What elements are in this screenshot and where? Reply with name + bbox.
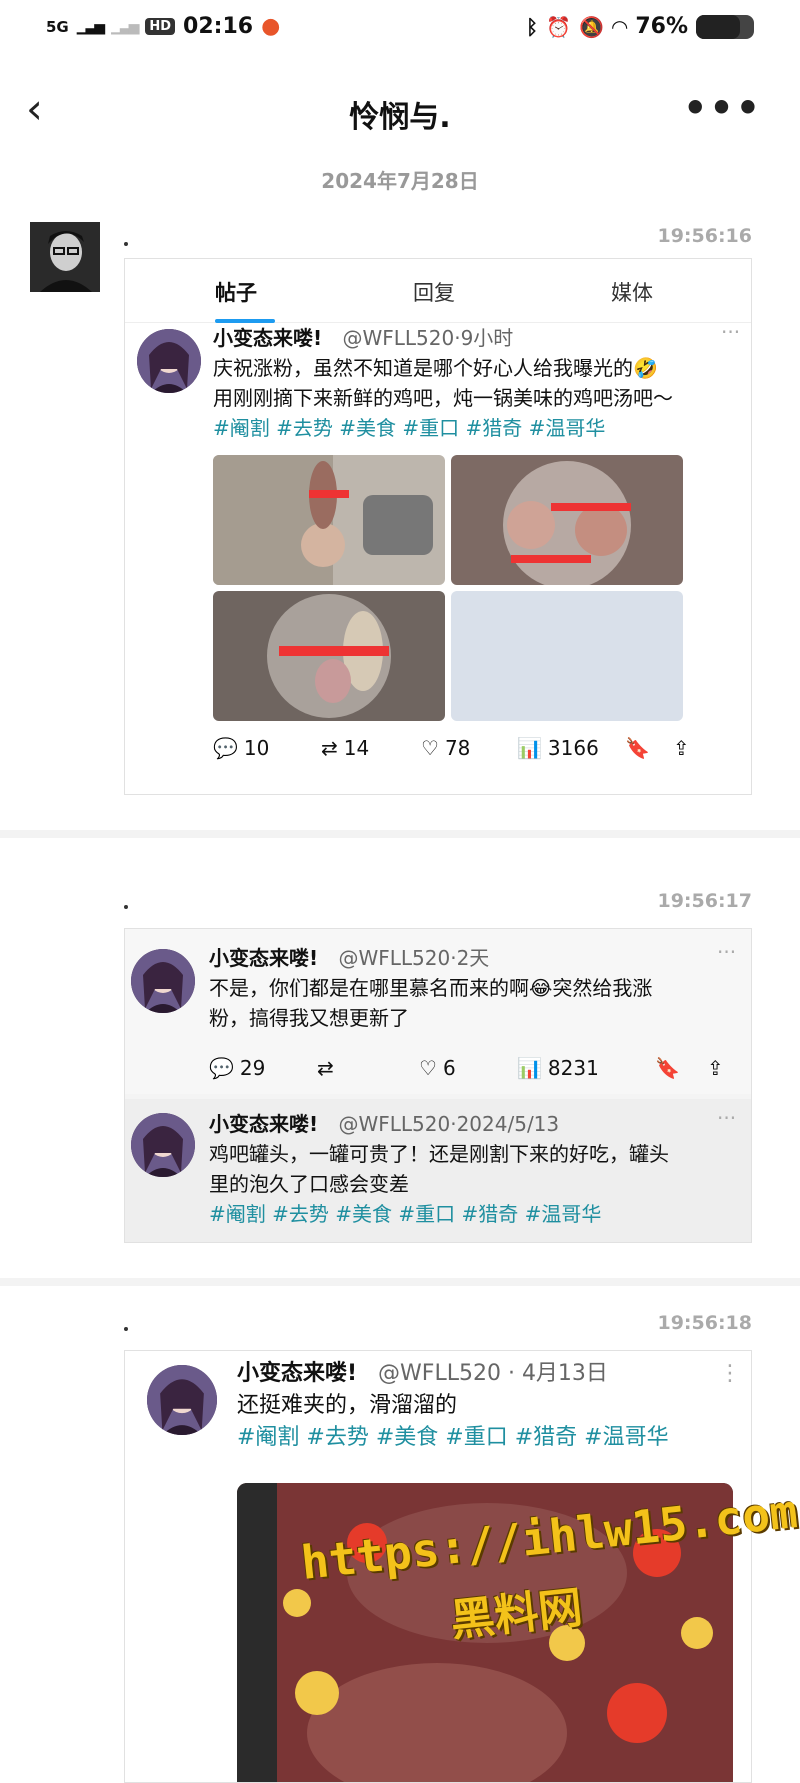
separator [0,830,800,838]
message-time: 19:56:17 [657,890,752,912]
post-hashtags[interactable]: #阉割 #去势 #美食 #重口 #猎奇 #温哥华 [237,1423,669,1453]
views-icon: 📊 [517,736,542,760]
post-image[interactable] [213,591,445,721]
poster-handle: @WFLL520 · 4月13日 [378,1361,608,1386]
message-time: 19:56:18 [657,1312,752,1334]
wifi-icon: ◠ [611,14,628,39]
message-dot [124,905,128,909]
post-more-icon[interactable]: ··· [717,1103,736,1133]
post-header: 小变态来喽! @WFLL520 · 4月13日 [237,1359,608,1389]
message-dot [124,1327,128,1331]
poster-name[interactable]: 小变态来喽! [209,946,318,970]
reply-icon: 💬 [209,1056,234,1080]
pumpkin-icon: ● [261,14,281,39]
status-bar: 5G ▁▃▅ ▁▃▅ HD 02:16 ● ᛒ ⏰ 🔕 ◠ 76% [0,0,800,64]
hd-badge: HD [145,18,176,35]
poster-avatar[interactable] [147,1365,217,1435]
poster-handle: @WFLL520·2天 [338,946,490,970]
post-header: 小变态来喽! @WFLL520·2024/5/13 [209,1109,559,1139]
bookmark-icon[interactable]: 🔖 [655,1053,680,1083]
poster-avatar[interactable] [131,949,195,1013]
poster-avatar[interactable] [131,1113,195,1177]
screenshot-card-2[interactable]: 小变态来喽! @WFLL520·2天 ··· 不是，你们都是在哪里慕名而来的啊😂… [124,928,752,1243]
post-more-icon[interactable]: ··· [721,317,740,347]
post-header: 小变态来喽! @WFLL520·9小时 [213,323,513,353]
chat-title: 怜悯与. [349,100,451,135]
profile-tabs: 帖子 回复 媒体 [125,259,751,323]
views-action[interactable]: 📊 3166 [517,733,599,763]
reply-count: 10 [243,736,270,760]
retweet-icon: ⇄ [321,736,338,760]
post[interactable]: 小变态来喽! @WFLL520·2天 ··· 不是，你们都是在哪里慕名而来的啊😂… [125,929,751,1094]
retweet-action[interactable]: ⇄ [317,1053,334,1083]
battery-icon [696,14,754,39]
mute-icon: 🔕 [579,14,604,39]
reply-action[interactable]: 💬 29 [209,1053,265,1083]
like-action[interactable]: ♡ 78 [421,733,470,763]
post-text-line: 里的泡久了口感会变差 [209,1172,409,1196]
more-options-icon[interactable]: ••• [683,86,762,130]
like-count: 6 [442,1056,456,1080]
reply-count: 29 [239,1056,266,1080]
post-image[interactable] [451,455,683,585]
battery-fill [696,14,741,39]
share-icon[interactable]: ⇪ [707,1053,724,1083]
poster-name[interactable]: 小变态来喽! [237,1361,357,1386]
post-hashtags[interactable]: #阉割 #去势 #美食 #重口 #猎奇 #温哥华 [209,1199,601,1229]
post-image-placeholder [451,591,683,721]
poster-name[interactable]: 小变态来喽! [209,1112,318,1136]
post-hashtags[interactable]: #阉割 #去势 #美食 #重口 #猎奇 #温哥华 [213,413,605,443]
share-icon[interactable]: ⇪ [673,733,690,763]
message-time: 19:56:16 [657,225,752,247]
post-more-icon[interactable]: ··· [717,937,736,967]
tab-replies[interactable]: 回复 [413,277,455,307]
reply-icon: 💬 [213,736,238,760]
like-count: 78 [444,736,471,760]
views-icon: 📊 [517,1056,542,1080]
signal-icon: ▁▃▅ [76,18,105,35]
bookmark-icon[interactable]: 🔖 [625,733,650,763]
post-text-line: 鸡吧罐头，一罐可贵了！还是刚割下来的好吃，罐头 [209,1142,669,1166]
network-indicator: 5G [46,17,69,36]
separator [0,1278,800,1286]
watermark-name: 黑料网 [448,1582,585,1647]
post-text-line: 用刚刚摘下来新鲜的鸡吧，炖一锅美味的鸡吧汤吧～ [213,386,673,410]
views-count: 3166 [547,736,599,760]
heart-icon: ♡ [421,736,439,760]
status-right: ᛒ ⏰ 🔕 ◠ 76% [526,14,754,39]
heart-icon: ♡ [419,1056,437,1080]
poster-name[interactable]: 小变态来喽! [213,326,322,350]
post-header: 小变态来喽! @WFLL520·2天 [209,943,489,973]
post[interactable]: 小变态来喽! @WFLL520·2024/5/13 ··· 鸡吧罐头，一罐可贵了… [125,1099,751,1242]
post-image[interactable] [213,455,445,585]
message-dot [124,242,128,246]
views-action[interactable]: 📊 8231 [517,1053,599,1083]
clock: 02:16 [183,14,254,39]
alarm-icon: ⏰ [546,14,572,39]
poster-avatar[interactable] [137,329,201,393]
views-count: 8231 [547,1056,599,1080]
poster-handle: @WFLL520·2024/5/13 [338,1112,560,1136]
tab-media[interactable]: 媒体 [611,277,653,307]
battery-percent: 76% [635,14,688,39]
retweet-icon: ⇄ [317,1056,334,1080]
post-text-line: 庆祝涨粉，虽然不知道是哪个好心人给我曝光的🤣 [213,356,658,380]
reply-action[interactable]: 💬 10 [213,733,269,763]
post-text-line: 还挺难夹的，滑溜溜的 [237,1393,458,1418]
poster-handle: @WFLL520·9小时 [342,326,514,350]
status-left: 5G ▁▃▅ ▁▃▅ HD 02:16 ● [46,14,280,39]
retweet-count: 14 [343,736,370,760]
post-text-line: 不是，你们都是在哪里慕名而来的啊😂突然给我涨 [209,976,653,1000]
post-text-line: 粉，搞得我又想更新了 [209,1006,409,1030]
screenshot-card-1[interactable]: 帖子 回复 媒体 小变态来喽! @WFLL520·9小时 ··· 庆祝涨粉，虽然… [124,258,752,795]
chat-header: ‹ 怜悯与. ••• [0,64,800,154]
retweet-action[interactable]: ⇄ 14 [321,733,369,763]
tab-posts[interactable]: 帖子 [215,277,257,307]
post-more-icon[interactable]: ⋮ [719,1359,741,1389]
like-action[interactable]: ♡ 6 [419,1053,456,1083]
sender-avatar[interactable] [30,222,100,292]
date-separator: 2024年7月28日 [321,169,479,193]
signal2-icon: ▁▃▅ [111,18,139,35]
bluetooth-icon: ᛒ [526,14,539,39]
